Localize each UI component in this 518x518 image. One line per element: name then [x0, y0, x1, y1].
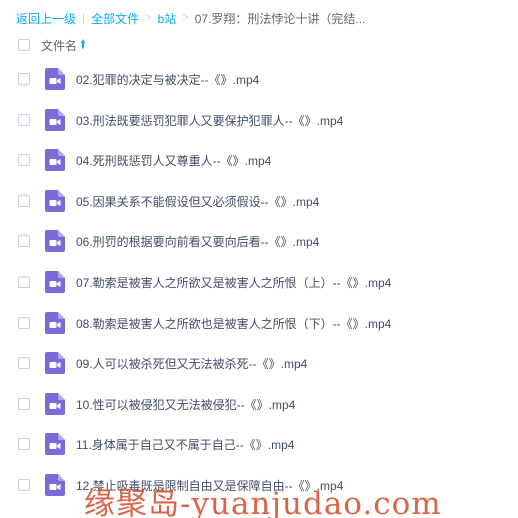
list-item[interactable]: 08.勒索是被害人之所欲也是被害人之所恨（下）--《》.mp4	[0, 304, 518, 342]
row-checkbox[interactable]	[18, 276, 30, 288]
row-checkbox[interactable]	[18, 113, 30, 126]
file-name[interactable]: 08.勒索是被害人之所欲也是被害人之所恨（下）--《》.mp4	[76, 315, 391, 332]
file-name[interactable]: 07.勒索是被害人之所欲又是被害人之所恨（上）--《》.mp4	[76, 274, 391, 291]
back-link[interactable]: 返回上一级	[16, 10, 76, 27]
filename-column-header[interactable]: 文件名 🠙	[41, 35, 86, 56]
video-file-icon	[45, 392, 65, 415]
row-checkbox[interactable]	[18, 194, 30, 207]
list-item[interactable]: 09.人可以被杀死但又无法被杀死--《》.mp4	[0, 344, 518, 382]
arrow-up-icon[interactable]: 🠙	[80, 35, 86, 56]
file-name[interactable]: 04.死刑既惩罚人又尊重人--《》.mp4	[76, 152, 271, 169]
video-file-icon	[45, 189, 65, 212]
video-file-icon	[45, 352, 65, 375]
file-name[interactable]: 06.刑罚的根据要向前看又要向后看--《》.mp4	[76, 233, 319, 250]
file-name[interactable]: 02.犯罪的决定与被决定--《》.mp4	[76, 71, 259, 88]
video-file-icon	[45, 311, 65, 334]
file-name[interactable]: 10.性可以被侵犯又无法被侵犯--《》.mp4	[76, 396, 295, 413]
list-item[interactable]: 07.勒索是被害人之所欲又是被害人之所恨（上）--《》.mp4	[0, 263, 518, 301]
video-file-icon	[45, 433, 65, 456]
file-name[interactable]: 09.人可以被杀死但又无法被杀死--《》.mp4	[76, 355, 307, 372]
breadcrumb-separator: |	[82, 11, 86, 25]
video-file-icon	[45, 149, 65, 172]
video-file-icon	[45, 474, 65, 496]
current-folder: 07.罗翔：刑法悖论十讲（完结...	[194, 11, 366, 26]
list-item[interactable]: 04.死刑既惩罚人又尊重人--《》.mp4	[0, 141, 518, 179]
file-browser: 返回上一级 | 全部文件 > b站 > 07.罗翔：刑法悖论十讲（完结... 文…	[0, 0, 518, 518]
select-all-checkbox[interactable]	[18, 39, 30, 51]
list-item[interactable]: 02.犯罪的决定与被决定--《》.mp4	[0, 60, 518, 98]
row-checkbox[interactable]	[18, 438, 30, 451]
list-item[interactable]: 05.因果关系不能假设但又必须假设--《》.mp4	[0, 182, 518, 220]
row-checkbox[interactable]	[18, 154, 30, 167]
video-file-icon	[45, 108, 65, 131]
watermark: 缘聚岛-yuanjudao.com	[84, 486, 442, 518]
list-item[interactable]: 03.刑法既要惩罚犯罪人又要保护犯罪人--《》.mp4	[0, 101, 518, 139]
video-file-icon	[45, 230, 65, 253]
row-checkbox[interactable]	[18, 316, 30, 329]
row-checkbox[interactable]	[18, 397, 30, 410]
list-item[interactable]: 11.身体属于自己又不属于自己--《》.mp4	[0, 425, 518, 463]
video-file-icon	[45, 68, 65, 90]
file-name[interactable]: 05.因果关系不能假设但又必须假设--《》.mp4	[76, 193, 319, 210]
video-file-icon	[45, 271, 65, 293]
list-header: 文件名 🠙	[0, 33, 518, 57]
list-item[interactable]: 06.刑罚的根据要向前看又要向后看--《》.mp4	[0, 222, 518, 260]
chevron-right-icon: >	[145, 12, 152, 24]
row-checkbox[interactable]	[18, 479, 30, 491]
list-item[interactable]: 10.性可以被侵犯又无法被侵犯--《》.mp4	[0, 385, 518, 423]
chevron-right-icon: >	[182, 12, 189, 24]
breadcrumb: 返回上一级 | 全部文件 > b站 > 07.罗翔：刑法悖论十讲（完结...	[16, 9, 365, 27]
folder-link[interactable]: b站	[158, 10, 177, 27]
row-checkbox[interactable]	[18, 73, 30, 85]
all-files-link[interactable]: 全部文件	[91, 10, 139, 27]
file-name[interactable]: 11.身体属于自己又不属于自己--《》.mp4	[76, 436, 294, 453]
filename-column-label: 文件名	[41, 38, 78, 53]
row-checkbox[interactable]	[18, 357, 30, 370]
file-name[interactable]: 03.刑法既要惩罚犯罪人又要保护犯罪人--《》.mp4	[76, 112, 343, 129]
row-checkbox[interactable]	[18, 235, 30, 248]
